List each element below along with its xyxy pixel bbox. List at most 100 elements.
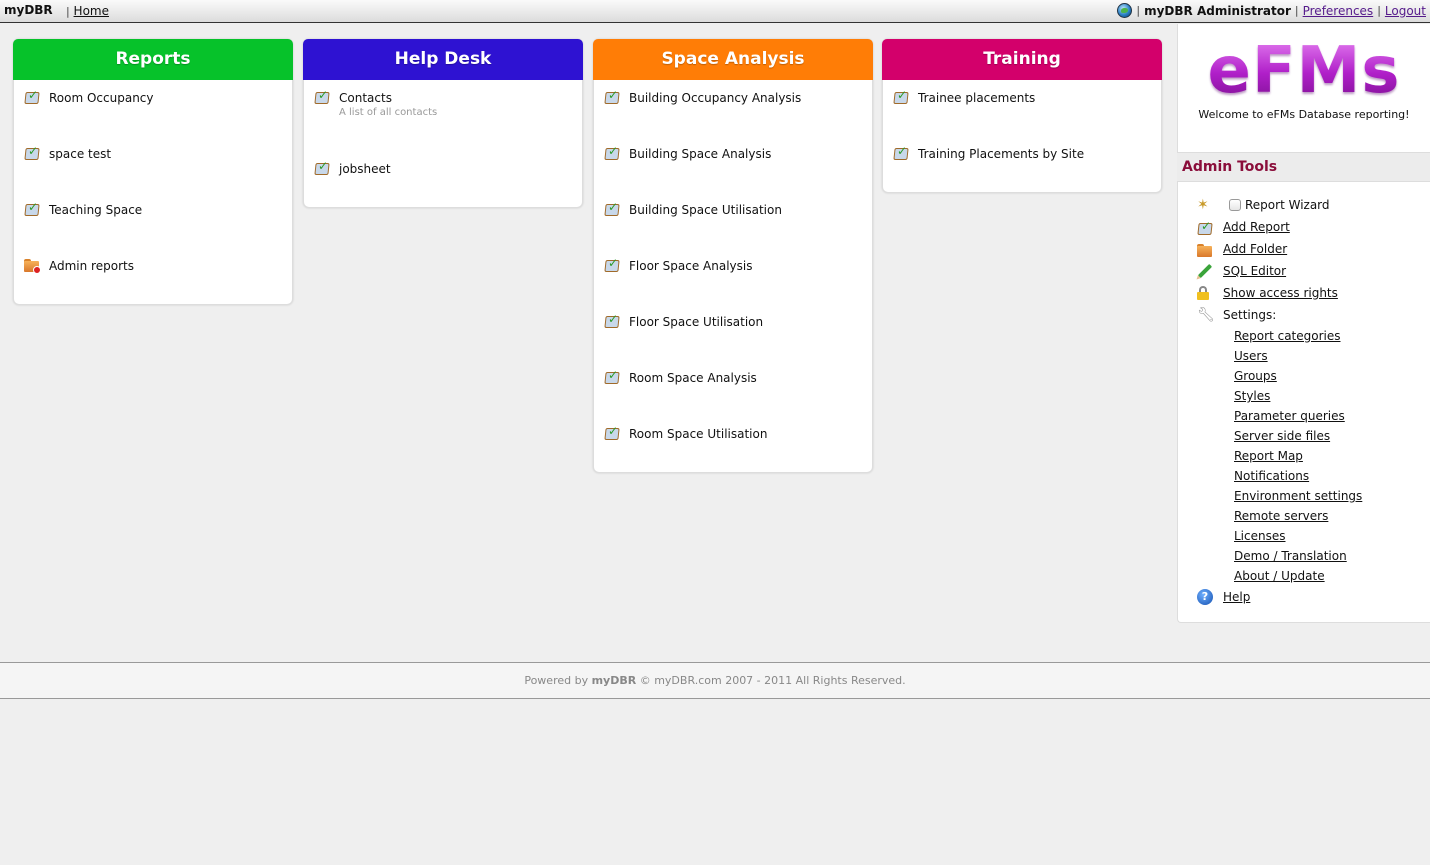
globe-icon[interactable] [1117, 3, 1133, 18]
report-icon: ✓ [24, 201, 40, 217]
top-bar: myDBR | Home | myDBR Administrator | Pre… [0, 0, 1430, 23]
report-item[interactable]: ✓ Floor Space Analysis [594, 256, 872, 312]
report-item[interactable]: ✓ Training Placements by Site [883, 144, 1161, 192]
home-link[interactable]: Home [74, 4, 109, 18]
separator: | [66, 5, 70, 18]
category-items: ✓ Building Occupancy Analysis ✓ Building… [594, 80, 872, 472]
category-training: Training ✓ Trainee placements ✓ Training… [882, 39, 1162, 193]
report-title[interactable]: Contacts [339, 91, 392, 105]
settings-groups-link[interactable]: Groups [1234, 369, 1277, 383]
welcome-box: eFMs Welcome to eFMs Database reporting! [1177, 24, 1430, 152]
report-label[interactable]: Room Space Analysis [620, 368, 757, 388]
report-icon: ✓ [24, 89, 40, 105]
report-icon: ✓ [893, 145, 909, 161]
footer-prefix: Powered by [524, 674, 592, 687]
report-item[interactable]: ✓ Floor Space Utilisation [594, 312, 872, 368]
report-wizard-label[interactable]: Report Wizard [1245, 198, 1330, 212]
admin-tools-list: ✶ Report Wizard ✓ Add Report Add Folder … [1177, 182, 1430, 623]
category-items: ✓ Trainee placements ✓ Training Placemen… [883, 80, 1161, 192]
report-icon: ✓ [604, 201, 620, 217]
report-label[interactable]: Room Space Utilisation [620, 424, 767, 444]
report-icon: ✓ [604, 313, 620, 329]
report-item[interactable]: ✓ Room Occupancy [14, 88, 292, 144]
report-item[interactable]: ✓ jobsheet [304, 159, 582, 207]
report-icon: ✓ [604, 257, 620, 273]
preferences-link[interactable]: Preferences [1303, 4, 1374, 18]
folder-icon [1197, 243, 1213, 258]
report-item[interactable]: ✓ Contacts A list of all contacts [304, 88, 582, 159]
report-label[interactable]: Building Space Analysis [620, 144, 771, 164]
separator: | [1377, 4, 1381, 17]
report-label[interactable]: Teaching Space [40, 200, 142, 220]
settings-label: Settings: [1223, 308, 1277, 322]
folder-item[interactable]: Admin reports [14, 256, 292, 304]
sql-editor-row: SQL Editor [1197, 260, 1430, 282]
settings-users-link[interactable]: Users [1234, 349, 1268, 363]
settings-environment-link[interactable]: Environment settings [1234, 489, 1362, 503]
report-label[interactable]: Room Occupancy [40, 88, 154, 108]
separator: | [1294, 4, 1299, 17]
separator: | [1136, 4, 1141, 17]
report-icon: ✓ [604, 369, 620, 385]
category-space-analysis: Space Analysis ✓ Building Occupancy Anal… [593, 39, 873, 473]
report-icon: ✓ [604, 425, 620, 441]
category-header: Training [882, 39, 1162, 80]
report-icon: ✓ [893, 89, 909, 105]
settings-remote-servers-link[interactable]: Remote servers [1234, 509, 1328, 523]
report-item[interactable]: ✓ Room Space Utilisation [594, 424, 872, 472]
settings-report-map-link[interactable]: Report Map [1234, 449, 1303, 463]
report-label[interactable]: space test [40, 144, 111, 164]
settings-server-side-files-link[interactable]: Server side files [1234, 429, 1330, 443]
category-reports: Reports ✓ Room Occupancy ✓ space test ✓ … [13, 39, 293, 305]
settings-demo-translation-link[interactable]: Demo / Translation [1234, 549, 1347, 563]
report-item[interactable]: ✓ Building Space Analysis [594, 144, 872, 200]
report-description: A list of all contacts [339, 107, 438, 118]
settings-styles-link[interactable]: Styles [1234, 389, 1270, 403]
report-label[interactable]: Floor Space Analysis [620, 256, 753, 276]
show-access-rights-link[interactable]: Show access rights [1223, 286, 1338, 300]
pencil-icon [1197, 263, 1213, 279]
report-icon: ✓ [314, 89, 330, 105]
add-report-row: ✓ Add Report [1197, 216, 1430, 238]
folder-label[interactable]: Admin reports [40, 256, 134, 276]
current-user: myDBR Administrator [1144, 3, 1291, 18]
report-label[interactable]: Contacts A list of all contacts [330, 88, 437, 118]
report-label[interactable]: jobsheet [330, 159, 391, 179]
right-panel: eFMs Welcome to eFMs Database reporting!… [1177, 24, 1430, 623]
settings-report-categories-link[interactable]: Report categories [1234, 329, 1341, 343]
report-item[interactable]: ✓ Building Occupancy Analysis [594, 88, 872, 144]
settings-about-update-link[interactable]: About / Update [1234, 569, 1325, 583]
report-item[interactable]: ✓ space test [14, 144, 292, 200]
report-wizard-checkbox[interactable] [1229, 199, 1241, 211]
footer-brand: myDBR [591, 674, 637, 687]
report-label[interactable]: Trainee placements [909, 88, 1035, 108]
settings-list: Report categories Users Groups Styles Pa… [1197, 326, 1430, 586]
report-item[interactable]: ✓ Teaching Space [14, 200, 292, 256]
help-link[interactable]: Help [1223, 590, 1250, 604]
access-rights-row: Show access rights [1197, 282, 1430, 304]
report-item[interactable]: ✓ Building Space Utilisation [594, 200, 872, 256]
report-label[interactable]: Training Placements by Site [909, 144, 1084, 164]
report-item[interactable]: ✓ Room Space Analysis [594, 368, 872, 424]
report-label[interactable]: Floor Space Utilisation [620, 312, 763, 332]
app-brand: myDBR [4, 3, 53, 17]
settings-licenses-link[interactable]: Licenses [1234, 529, 1286, 543]
sql-editor-link[interactable]: SQL Editor [1223, 264, 1286, 278]
category-header: Help Desk [303, 39, 583, 80]
settings-row: 🔧︎ Settings: [1197, 304, 1430, 326]
category-help-desk: Help Desk ✓ Contacts A list of all conta… [303, 39, 583, 208]
add-folder-link[interactable]: Add Folder [1223, 242, 1287, 256]
category-items: ✓ Room Occupancy ✓ space test ✓ Teaching… [14, 80, 292, 304]
logout-link[interactable]: Logout [1385, 4, 1426, 18]
report-label[interactable]: Building Space Utilisation [620, 200, 782, 220]
settings-parameter-queries-link[interactable]: Parameter queries [1234, 409, 1345, 423]
add-folder-row: Add Folder [1197, 238, 1430, 260]
add-report-link[interactable]: Add Report [1223, 220, 1290, 234]
category-items: ✓ Contacts A list of all contacts ✓ jobs… [304, 80, 582, 207]
right-nav: | myDBR Administrator | Preferences | Lo… [1117, 3, 1426, 18]
settings-notifications-link[interactable]: Notifications [1234, 469, 1309, 483]
report-item[interactable]: ✓ Trainee placements [883, 88, 1161, 144]
report-icon: ✓ [314, 160, 330, 176]
report-label[interactable]: Building Occupancy Analysis [620, 88, 801, 108]
locked-folder-icon [24, 259, 41, 274]
